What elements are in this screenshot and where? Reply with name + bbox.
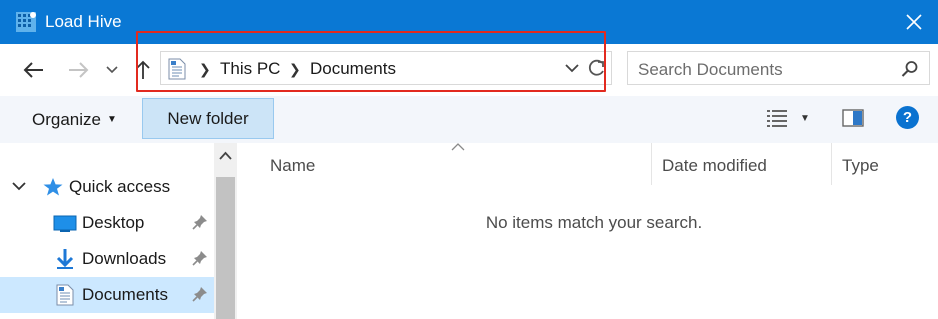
star-icon	[43, 178, 63, 196]
forward-arrow-icon	[69, 62, 89, 78]
view-options-caret-icon[interactable]: ▼	[800, 113, 810, 124]
download-arrow-icon	[56, 249, 74, 269]
up-button[interactable]	[132, 56, 154, 84]
desktop-icon	[53, 215, 77, 232]
tree-item-label: Desktop	[82, 213, 145, 232]
title-bar: Load Hive	[0, 0, 938, 44]
details-view-icon[interactable]	[766, 108, 788, 128]
tree-item-quick-access[interactable]: Quick access	[0, 169, 214, 205]
new-folder-button[interactable]: New folder	[142, 98, 274, 139]
document-icon	[168, 58, 186, 80]
close-icon[interactable]	[900, 8, 928, 36]
search-placeholder[interactable]: Search Documents	[638, 60, 783, 80]
column-header-name[interactable]: Name	[237, 143, 651, 185]
empty-message: No items match your search.	[485, 213, 703, 232]
breadcrumb-documents[interactable]: Documents	[310, 59, 396, 79]
load-hive-dialog: Load Hive ❯ This PC ❯ Documents Search D…	[0, 0, 938, 319]
window-title: Load Hive	[45, 12, 122, 31]
organize-menu[interactable]: Organize ▼	[32, 110, 117, 130]
tree-item-label: Documents	[82, 285, 168, 304]
tree-item-documents[interactable]: Documents	[0, 277, 214, 313]
command-bar: Organize ▼ New folder ▼ ?	[0, 96, 938, 143]
column-header-label: Name	[270, 156, 316, 175]
hive-app-icon	[16, 12, 36, 32]
scroll-up-arrow-icon[interactable]	[219, 151, 232, 160]
breadcrumb-this-pc[interactable]: This PC	[220, 59, 280, 79]
column-header-date-modified[interactable]: Date modified	[652, 143, 831, 185]
back-button[interactable]	[18, 56, 48, 84]
caret-down-icon: ▼	[106, 114, 117, 125]
help-icon[interactable]: ?	[896, 106, 919, 129]
pin-icon[interactable]	[192, 214, 208, 230]
chevron-down-icon	[106, 66, 118, 74]
tree-item-label: Quick access	[69, 177, 171, 196]
search-icon[interactable]	[901, 60, 919, 78]
document-icon	[56, 284, 74, 306]
tree-item-label: Downloads	[82, 249, 167, 268]
chevron-down-icon[interactable]	[565, 61, 579, 75]
back-arrow-icon	[23, 62, 43, 78]
preview-pane-icon[interactable]	[842, 108, 864, 128]
tree-item-desktop[interactable]: Desktop	[0, 205, 214, 241]
new-folder-label: New folder	[167, 108, 249, 128]
pin-icon[interactable]	[192, 286, 208, 302]
refresh-icon[interactable]	[587, 58, 607, 78]
organize-label: Organize	[32, 110, 101, 129]
file-list-pane: Name Date modified Type No items match y…	[237, 143, 938, 319]
up-arrow-icon	[136, 60, 150, 79]
chevron-down-icon[interactable]	[12, 181, 26, 191]
search-box[interactable]: Search Documents	[627, 51, 930, 85]
forward-button[interactable]	[64, 56, 94, 84]
breadcrumb-chevron-icon[interactable]: ❯	[289, 61, 301, 78]
pin-icon[interactable]	[192, 250, 208, 266]
column-header-label: Type	[842, 156, 879, 175]
column-header-type[interactable]: Type	[832, 143, 938, 185]
navigation-pane: Quick access Desktop Downloads Documents	[0, 143, 214, 319]
address-bar[interactable]: ❯ This PC ❯ Documents	[160, 51, 612, 85]
recent-locations-button[interactable]	[102, 56, 122, 84]
breadcrumb-chevron-icon[interactable]: ❯	[199, 61, 211, 78]
column-header-label: Date modified	[662, 156, 767, 175]
tree-item-downloads[interactable]: Downloads	[0, 241, 214, 277]
navigation-pane-scrollbar[interactable]	[214, 143, 237, 319]
scrollbar-thumb[interactable]	[216, 177, 235, 319]
